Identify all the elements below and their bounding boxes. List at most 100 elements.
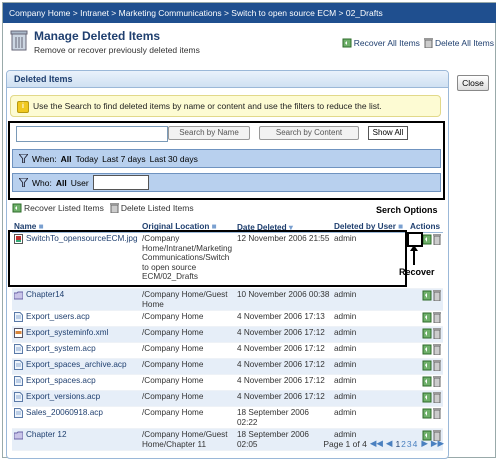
delete-icon[interactable] xyxy=(433,392,441,403)
location-cell: /Company Home xyxy=(140,406,235,429)
delete-icon[interactable] xyxy=(433,360,441,371)
breadcrumb[interactable]: Company Home > Intranet > Marketing Comm… xyxy=(3,3,496,23)
delete-all-button[interactable]: Delete All Items xyxy=(423,38,494,48)
filter-icon xyxy=(19,154,28,163)
name-cell: Export_versions.acp xyxy=(12,390,140,407)
recover-listed-button[interactable]: Recover Listed Items xyxy=(12,203,104,213)
actions-cell xyxy=(408,390,443,407)
close-button[interactable]: Close xyxy=(457,75,489,91)
who-user-option[interactable]: User xyxy=(71,178,89,188)
name-cell: SwitchTo_opensourceECM.jpg xyxy=(12,232,140,289)
page-number[interactable]: 2 xyxy=(401,439,406,449)
delete-listed-button[interactable]: Delete Listed Items xyxy=(109,203,194,213)
when-today-option[interactable]: Today xyxy=(75,154,98,164)
delete-icon[interactable] xyxy=(433,234,441,245)
delete-icon[interactable] xyxy=(433,290,441,301)
table-row: SwitchTo_opensourceECM.jpg/Company Home/… xyxy=(12,232,443,289)
item-name-link[interactable]: Export_versions.acp xyxy=(26,392,100,402)
date-cell: 4 November 2006 17:12 xyxy=(235,374,332,391)
when-label: When: xyxy=(32,153,57,164)
who-all-option[interactable]: All xyxy=(56,178,67,188)
delete-icon[interactable] xyxy=(433,328,441,339)
item-name-link[interactable]: Export_users.acp xyxy=(26,312,90,322)
info-text: Use the Search to find deleted items by … xyxy=(33,101,382,111)
first-page-icon[interactable]: ◀◀ xyxy=(370,438,383,449)
page-subtitle: Remove or recover previously deleted ite… xyxy=(34,45,200,55)
location-cell: /Company Home/Guest Home/Chapter 11 xyxy=(140,428,235,451)
table-row: Export_system.acp/Company Home 4 November… xyxy=(12,342,443,359)
recover-icon[interactable] xyxy=(422,344,432,355)
table-row: Export_users.acp/Company Home 4 November … xyxy=(12,310,443,327)
next-page-icon[interactable]: ▶ xyxy=(421,438,428,449)
date-cell: 4 November 2006 17:12 xyxy=(235,358,332,375)
delete-icon xyxy=(423,38,433,48)
recover-icon[interactable] xyxy=(422,312,432,323)
when-all-option[interactable]: All xyxy=(61,154,72,164)
column-header-date[interactable]: Date Deleted ▾ xyxy=(235,221,332,233)
recover-icon[interactable] xyxy=(422,376,432,387)
name-cell: Chapter 12 xyxy=(12,428,140,451)
delete-icon xyxy=(109,203,119,213)
item-name-link[interactable]: Chapter14 xyxy=(26,290,64,300)
item-name-link[interactable]: Export_systeminfo.xml xyxy=(26,328,108,338)
column-header-name[interactable]: Name ■ xyxy=(12,221,140,233)
item-name-link[interactable]: Export_spaces.acp xyxy=(26,376,96,386)
search-by-content-button[interactable]: Search by Content xyxy=(259,126,359,140)
file-icon xyxy=(14,344,23,354)
actions-cell xyxy=(408,326,443,343)
who-label: Who: xyxy=(32,177,52,188)
search-by-name-button[interactable]: Search by Name xyxy=(168,126,250,140)
prev-page-icon[interactable]: ◀ xyxy=(386,438,393,449)
recover-icon[interactable] xyxy=(422,360,432,371)
page-number[interactable]: 1 xyxy=(395,439,400,449)
folder-icon xyxy=(14,431,23,440)
item-name-link[interactable]: Chapter 12 xyxy=(26,430,67,440)
show-all-button[interactable]: Show All xyxy=(368,126,408,140)
page-number[interactable]: 4 xyxy=(413,439,418,449)
delete-icon[interactable] xyxy=(433,312,441,323)
when-30-days-option[interactable]: Last 30 days xyxy=(150,154,198,164)
file-icon xyxy=(14,376,23,386)
recover-icon[interactable] xyxy=(422,392,432,403)
column-header-location[interactable]: Original Location ■ xyxy=(140,221,235,233)
page-number[interactable]: 3 xyxy=(407,439,412,449)
location-cell: /Company Home/Intranet/Marketing Communi… xyxy=(140,232,235,289)
last-page-icon[interactable]: ▶▶ xyxy=(431,438,444,449)
table-row: Chapter14/Company Home/Guest Home 10 Nove… xyxy=(12,288,443,311)
delete-icon[interactable] xyxy=(433,408,441,419)
recover-icon[interactable] xyxy=(422,290,432,301)
delete-icon[interactable] xyxy=(433,376,441,387)
recover-icon[interactable] xyxy=(422,328,432,339)
user-cell: admin xyxy=(332,390,408,407)
item-name-link[interactable]: SwitchTo_opensourceECM.jpg xyxy=(26,234,138,244)
file-icon xyxy=(14,392,23,402)
location-cell: /Company Home xyxy=(140,374,235,391)
column-header-user[interactable]: Deleted by User ■ xyxy=(332,221,408,233)
info-icon: i xyxy=(17,101,29,113)
location-cell: /Company Home xyxy=(140,390,235,407)
table-row: Export_versions.acp/Company Home 4 Novemb… xyxy=(12,390,443,407)
user-cell: admin xyxy=(332,358,408,375)
recover-icon[interactable] xyxy=(422,234,432,245)
name-cell: Export_spaces_archive.acp xyxy=(12,358,140,375)
table-row: Export_spaces_archive.acp/Company Home 4 … xyxy=(12,358,443,375)
table-row: Export_spaces.acp/Company Home 4 November… xyxy=(12,374,443,391)
serch-options-annotation: Serch Options xyxy=(376,205,438,215)
delete-icon[interactable] xyxy=(433,344,441,355)
who-user-input[interactable] xyxy=(92,175,149,190)
user-cell: admin xyxy=(332,288,408,311)
item-name-link[interactable]: Sales_20060918.acp xyxy=(26,408,103,418)
recover-annotation: Recover xyxy=(399,267,435,277)
header-actions: Recover All Items Delete All Items xyxy=(342,38,494,48)
who-filter: Who: All User xyxy=(12,173,441,192)
item-name-link[interactable]: Export_spaces_archive.acp xyxy=(26,360,127,370)
recover-all-button[interactable]: Recover All Items xyxy=(342,38,420,48)
arrow-line xyxy=(413,247,415,265)
item-name-link[interactable]: Export_system.acp xyxy=(26,344,96,354)
when-7-days-option[interactable]: Last 7 days xyxy=(102,154,145,164)
file-icon xyxy=(14,312,23,322)
recover-icon[interactable] xyxy=(422,408,432,419)
name-cell: Chapter14 xyxy=(12,288,140,311)
actions-cell xyxy=(408,342,443,359)
search-input[interactable] xyxy=(16,126,168,142)
